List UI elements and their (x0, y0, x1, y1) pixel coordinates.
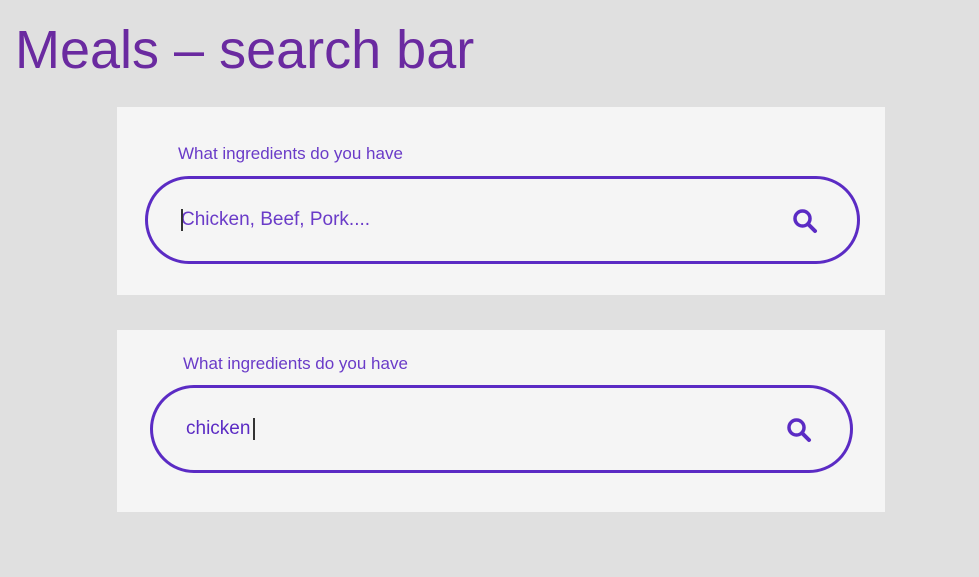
search-bar[interactable] (145, 176, 860, 264)
search-card-filled: What ingredients do you have (117, 330, 885, 512)
search-field-label: What ingredients do you have (183, 354, 408, 373)
search-card-empty: What ingredients do you have (117, 107, 885, 295)
search-icon (787, 418, 811, 442)
search-button[interactable] (792, 208, 818, 234)
search-input[interactable] (181, 203, 741, 237)
page-title: Meals – search bar (15, 20, 475, 80)
text-cursor (181, 209, 183, 231)
search-field-label: What ingredients do you have (178, 144, 403, 163)
search-bar[interactable] (150, 385, 853, 473)
text-cursor (253, 418, 255, 440)
search-input[interactable] (186, 412, 746, 446)
search-button[interactable] (786, 417, 812, 443)
search-icon (793, 209, 817, 233)
